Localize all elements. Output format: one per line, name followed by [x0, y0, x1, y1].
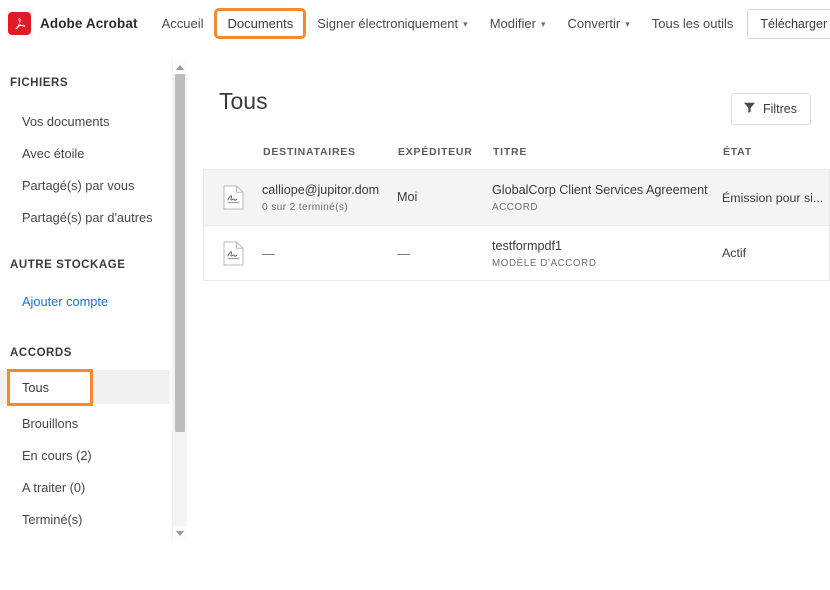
scrollbar-thumb[interactable]	[175, 74, 185, 432]
cell-expediteur: —	[397, 246, 492, 261]
download-app-button[interactable]: Télécharger l'applic...	[747, 8, 830, 39]
table-header-row: DESTINATAIRES EXPÉDITEUR TITRE ÉTAT	[203, 135, 830, 169]
chevron-down-icon: ▾	[625, 19, 630, 29]
table-row[interactable]: — — testformpdf1 MODÈLE D'ACCORD Actif	[203, 225, 830, 281]
sidebar-item-label: Partagé(s) par d'autres	[22, 210, 153, 225]
sidebar-item-label: Ajouter compte	[22, 294, 109, 309]
nav-item-accueil[interactable]: Accueil	[154, 11, 212, 36]
sidebar-item-label: En cours (2)	[22, 448, 92, 463]
sidebar-item-label: A traiter (0)	[22, 480, 86, 495]
status-text: Actif	[722, 246, 747, 260]
table-header-expediteur: EXPÉDITEUR	[398, 146, 473, 158]
header-actions: Télécharger l'applic...	[747, 8, 830, 39]
sender-empty: —	[397, 245, 410, 261]
sidebar-item-tous[interactable]: Tous	[7, 369, 93, 406]
funnel-icon	[743, 101, 756, 117]
nav-item-documents[interactable]: Documents	[214, 8, 307, 39]
brand: Adobe Acrobat	[0, 12, 138, 35]
sidebar: FICHIERS Vos documents Avec étoile Parta…	[0, 60, 170, 540]
main-content: Tous Filtres DESTINATAIRES EXPÉDITEUR TI…	[203, 60, 830, 281]
chevron-down-icon: ▾	[463, 19, 468, 29]
cell-destinataires: —	[262, 246, 397, 261]
acrobat-documents-page: Adobe Acrobat Accueil Documents Signer é…	[0, 0, 830, 590]
app-header: Adobe Acrobat Accueil Documents Signer é…	[0, 0, 830, 47]
sidebar-item-label: Partagé(s) par vous	[22, 178, 135, 193]
cell-etat: Émission pour si...	[722, 191, 829, 205]
sidebar-group-title-accords: ACCORDS	[10, 347, 72, 359]
cell-titre: GlobalCorp Client Services Agreement ACC…	[492, 182, 722, 213]
table-header-destinataires: DESTINATAIRES	[263, 146, 356, 158]
sidebar-item-a-traiter[interactable]: A traiter (0)	[0, 472, 170, 503]
table-row[interactable]: calliope@jupitor.dom 0 sur 2 terminé(s) …	[203, 169, 830, 225]
agreements-table: DESTINATAIRES EXPÉDITEUR TITRE ÉTAT call…	[203, 135, 830, 281]
sidebar-item-vos-documents[interactable]: Vos documents	[0, 106, 170, 137]
nav-item-tous-les-outils[interactable]: Tous les outils	[644, 11, 742, 36]
signed-document-icon	[204, 241, 262, 266]
filters-button-label: Filtres	[762, 102, 797, 116]
cell-expediteur: Moi	[397, 189, 492, 206]
brand-name: Adobe Acrobat	[40, 16, 138, 31]
nav-item-convertir[interactable]: Convertir ▾	[559, 11, 637, 36]
sidebar-group-title-autre-stockage: AUTRE STOCKAGE	[10, 259, 126, 271]
main-navigation: Accueil Documents Signer électroniquemen…	[138, 0, 748, 47]
nav-item-modifier[interactable]: Modifier ▾	[482, 11, 554, 36]
table-header-etat: ÉTAT	[723, 146, 752, 158]
sidebar-item-label: Avec étoile	[22, 146, 85, 161]
sidebar-item-brouillons[interactable]: Brouillons	[0, 408, 170, 439]
sidebar-group-title-fichiers: FICHIERS	[10, 77, 69, 89]
table-header-titre: TITRE	[493, 146, 528, 158]
sidebar-item-en-cours[interactable]: En cours (2)	[0, 440, 170, 471]
sidebar-item-label: Vos documents	[22, 114, 110, 129]
sidebar-item-label: Terminé(s)	[22, 512, 83, 527]
chevron-down-icon: ▾	[540, 19, 546, 29]
cell-etat: Actif	[722, 246, 829, 260]
document-title: GlobalCorp Client Services Agreement	[492, 183, 708, 197]
recipient-progress: 0 sur 2 terminé(s)	[262, 202, 349, 213]
sidebar-item-label: Tous	[22, 380, 50, 395]
document-title: testformpdf1	[492, 238, 562, 253]
document-type: ACCORD	[492, 202, 539, 213]
sender-name: Moi	[397, 190, 418, 204]
scroll-down-arrow-icon[interactable]	[173, 526, 187, 540]
sidebar-item-termines[interactable]: Terminé(s)	[0, 504, 170, 535]
nav-item-label: Modifier	[489, 16, 536, 31]
sidebar-scrollbar[interactable]	[172, 60, 187, 540]
nav-item-label: Convertir	[567, 16, 621, 31]
sidebar-item-partages-par-dautres[interactable]: Partagé(s) par d'autres	[0, 202, 170, 233]
filters-button[interactable]: Filtres	[730, 93, 811, 125]
recipient-empty: —	[262, 245, 275, 261]
recipient-email: calliope@jupitor.dom	[262, 183, 380, 197]
document-type: MODÈLE D'ACCORD	[492, 257, 597, 269]
sidebar-item-label: Brouillons	[22, 416, 79, 431]
nav-item-label: Documents	[227, 16, 294, 31]
signed-document-icon	[204, 185, 262, 210]
scroll-up-arrow-icon[interactable]	[173, 60, 187, 74]
sidebar-item-partages-par-vous[interactable]: Partagé(s) par vous	[0, 170, 170, 201]
nav-item-label: Tous les outils	[651, 16, 734, 31]
cell-destinataires: calliope@jupitor.dom 0 sur 2 terminé(s)	[262, 182, 397, 213]
sidebar-item-ajouter-compte[interactable]: Ajouter compte	[0, 286, 170, 317]
sidebar-item-avec-etoile[interactable]: Avec étoile	[0, 138, 170, 169]
nav-item-signer-electroniquement[interactable]: Signer électroniquement ▾	[309, 11, 475, 36]
cell-titre: testformpdf1 MODÈLE D'ACCORD	[492, 238, 722, 269]
nav-item-label: Accueil	[161, 16, 204, 31]
status-text: Émission pour si...	[722, 190, 824, 205]
nav-item-label: Signer électroniquement	[317, 16, 459, 31]
adobe-acrobat-logo-icon	[8, 12, 31, 35]
